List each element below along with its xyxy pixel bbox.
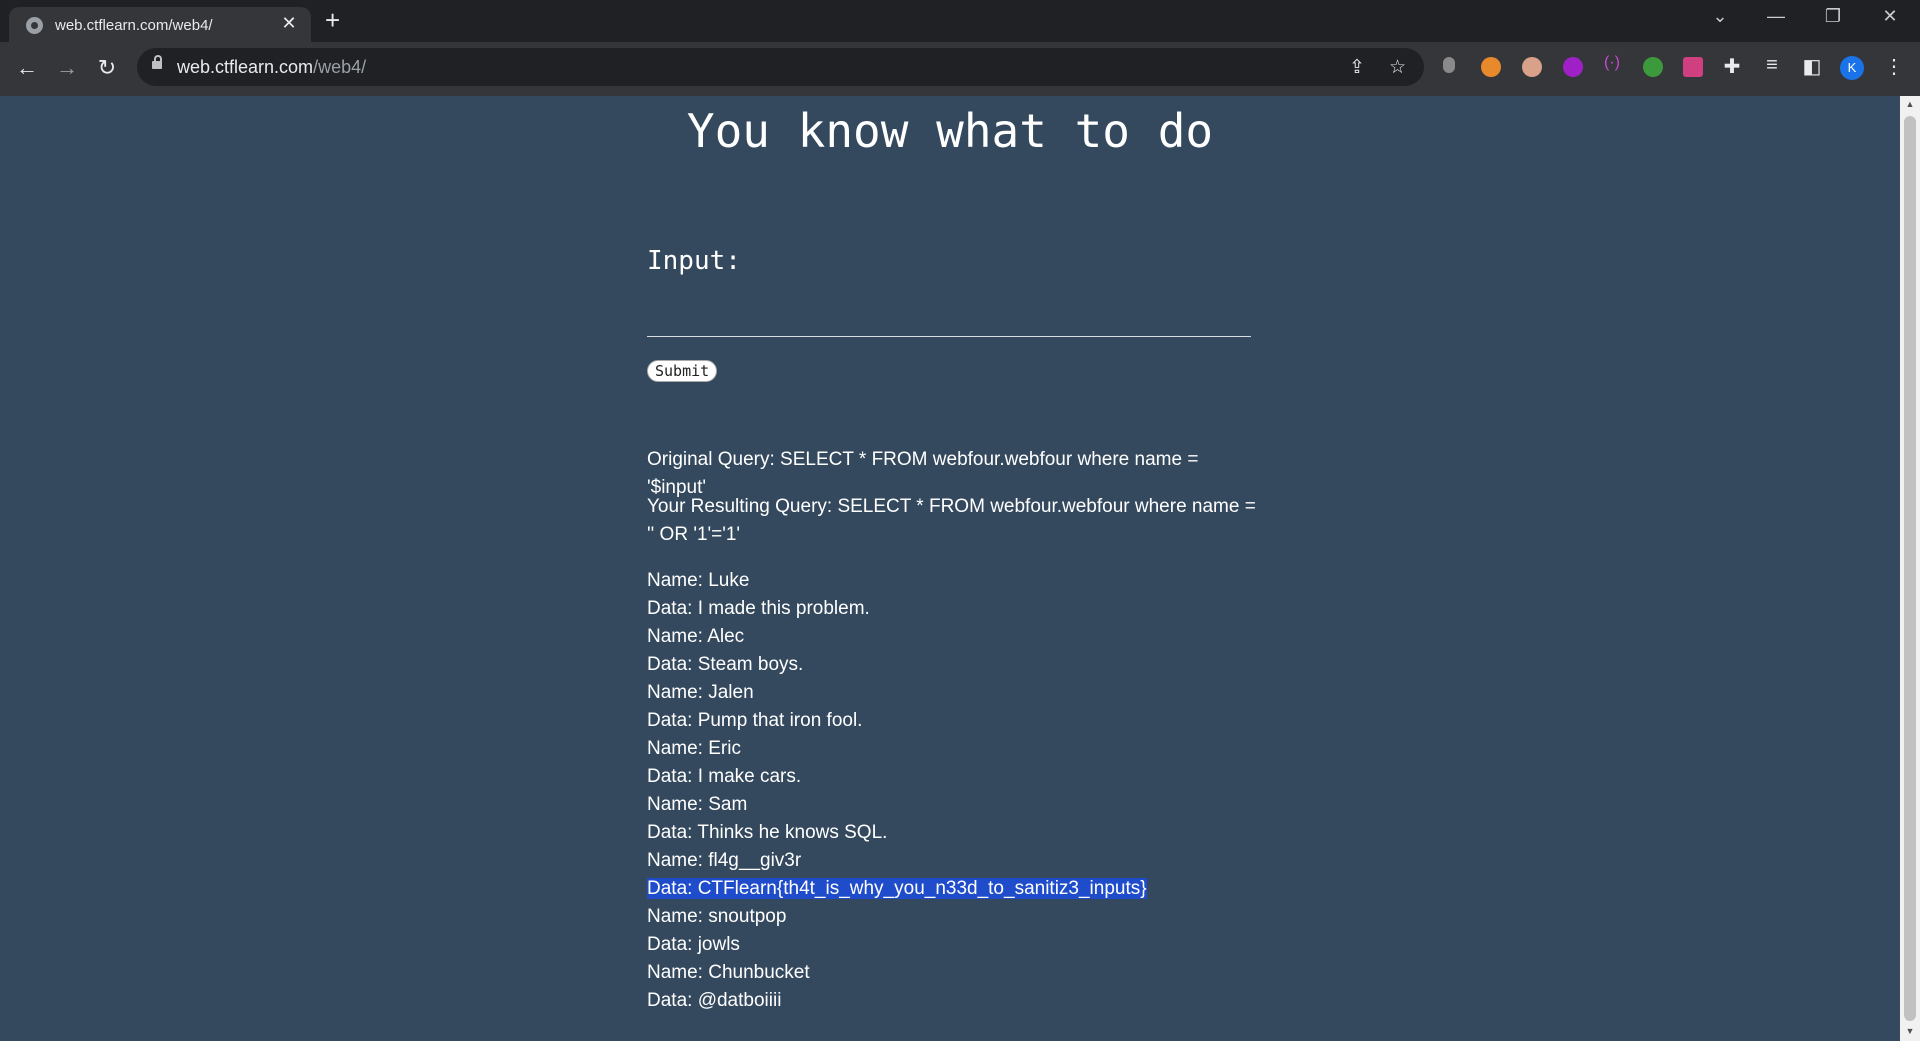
browser-tab[interactable]: web.ctflearn.com/web4/ ✕: [9, 7, 311, 42]
forward-icon[interactable]: →: [53, 55, 81, 81]
extension-icon[interactable]: [1683, 57, 1703, 77]
side-panel-icon[interactable]: ◧: [1800, 54, 1824, 79]
input-label: Input:: [647, 246, 741, 276]
extension-icon[interactable]: [1563, 57, 1583, 77]
result-line: Name: Alec: [647, 626, 745, 647]
result-line: Name: Chunbucket: [647, 962, 810, 983]
menu-kebab-icon[interactable]: ⋮: [1882, 54, 1906, 79]
close-window-icon[interactable]: ✕: [1870, 6, 1910, 27]
submit-button[interactable]: Submit: [647, 360, 718, 382]
extension-icon[interactable]: (·): [1600, 54, 1624, 72]
new-tab-icon[interactable]: +: [325, 6, 340, 34]
browser-toolbar: ← → ↻ web.ctflearn.com/web4/ ⇪ ☆ (·) ✚ ≡…: [0, 42, 1920, 96]
result-line: Name: Jalen: [647, 682, 754, 703]
flag-line-selected: Data: CTFlearn{th4t_is_why_you_n33d_to_s…: [647, 875, 1257, 903]
restore-icon[interactable]: ❐: [1813, 6, 1853, 27]
resulting-query: Your Resulting Query: SELECT * FROM webf…: [647, 496, 1256, 545]
page-title: You know what to do: [686, 104, 1214, 158]
extension-icon[interactable]: [1443, 57, 1455, 73]
result-line: Data: @datboiiii: [647, 990, 782, 1011]
extensions-puzzle-icon[interactable]: ✚: [1720, 54, 1744, 79]
result-line: Data: I make cars.: [647, 766, 802, 787]
address-bar[interactable]: web.ctflearn.com/web4/ ⇪ ☆: [137, 48, 1424, 86]
extension-icon[interactable]: [1643, 57, 1663, 77]
result-line: Data: jowls: [647, 934, 740, 955]
media-queue-icon[interactable]: ≡: [1760, 54, 1784, 77]
scroll-down-icon[interactable]: ▼: [1900, 1026, 1920, 1036]
back-icon[interactable]: ←: [13, 55, 41, 81]
reload-icon[interactable]: ↻: [93, 55, 121, 81]
query-input[interactable]: [647, 304, 1251, 337]
tab-search-icon[interactable]: ⌄: [1700, 6, 1740, 27]
bookmark-star-icon[interactable]: ☆: [1389, 56, 1406, 79]
tab-title: web.ctflearn.com/web4/: [55, 17, 213, 34]
vertical-scrollbar[interactable]: ▲ ▼: [1900, 96, 1920, 1041]
result-line: Name: Sam: [647, 794, 748, 815]
selected-text: Data: CTFlearn{th4t_is_why_you_n33d_to_s…: [647, 878, 1147, 899]
share-icon[interactable]: ⇪: [1349, 56, 1365, 79]
close-tab-icon[interactable]: ✕: [279, 13, 299, 34]
globe-icon: [26, 17, 43, 34]
page-content: You know what to do Input: Submit Origin…: [0, 96, 1900, 1041]
extension-icon[interactable]: [1522, 57, 1542, 77]
result-line: Data: Pump that iron fool.: [647, 710, 863, 731]
scroll-up-icon[interactable]: ▲: [1900, 99, 1920, 109]
result-list: Name: Luke Data: I made this problem. Na…: [647, 567, 1257, 1015]
extension-icon[interactable]: [1481, 57, 1501, 77]
result-line: Data: Steam boys.: [647, 654, 804, 675]
result-line: Name: Luke: [647, 570, 750, 591]
url-text[interactable]: web.ctflearn.com/web4/: [177, 57, 366, 78]
lock-icon[interactable]: [152, 55, 162, 69]
result-line: Name: fl4g__giv3r: [647, 850, 802, 871]
result-line: Data: Thinks he knows SQL.: [647, 822, 888, 843]
minimize-icon[interactable]: —: [1756, 6, 1796, 27]
result-line: Name: snoutpop: [647, 906, 787, 927]
tab-strip: web.ctflearn.com/web4/ ✕ + ⌄ — ❐ ✕: [0, 0, 1920, 42]
scroll-thumb[interactable]: [1904, 116, 1916, 1021]
result-line: Data: I made this problem.: [647, 598, 870, 619]
profile-avatar[interactable]: K: [1840, 56, 1864, 80]
result-line: Name: Eric: [647, 738, 741, 759]
